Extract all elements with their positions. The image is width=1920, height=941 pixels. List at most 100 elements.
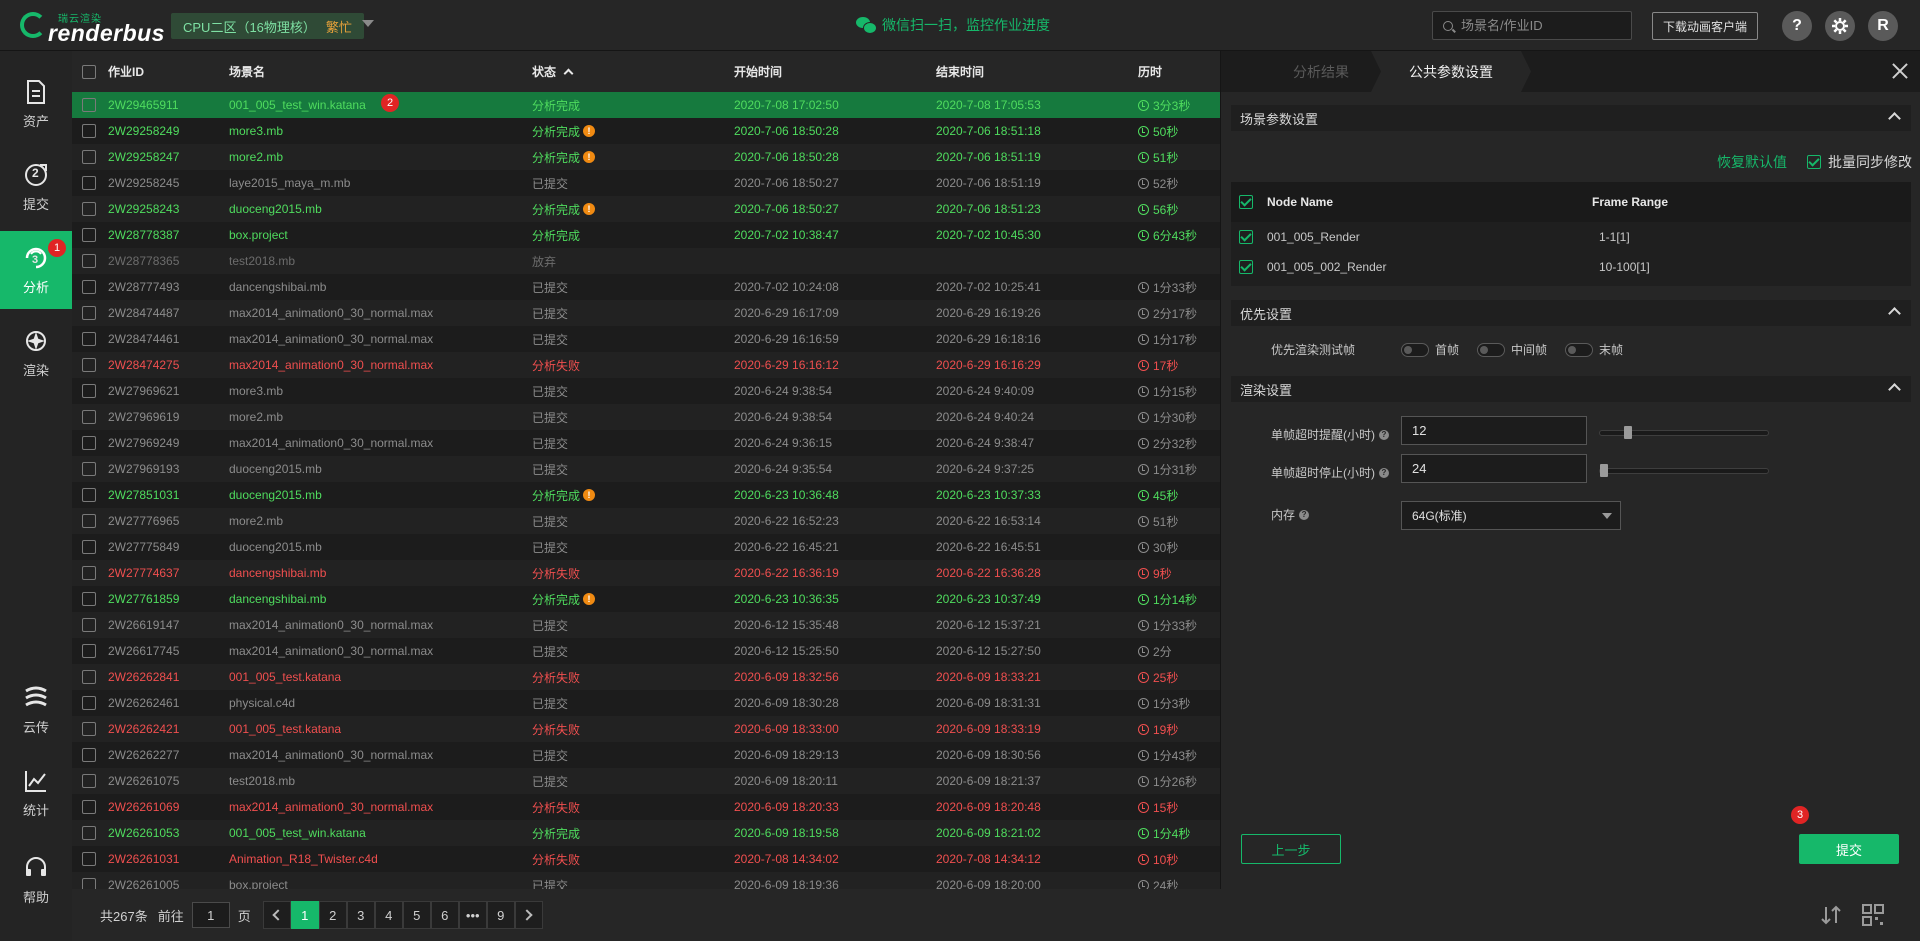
row-checkbox[interactable] — [82, 488, 96, 502]
render-settings-section-header[interactable]: 渲染设置 — [1231, 376, 1911, 402]
wechat-monitor-link[interactable]: 微信扫一扫，监控作业进度 — [856, 15, 1050, 35]
slider-handle[interactable] — [1600, 464, 1608, 477]
table-row[interactable]: 2W28474461 max2014_animation0_30_normal.m… — [72, 326, 1220, 352]
table-row[interactable]: 2W26261075 test2018.mb 已提交 2020-6-09 18:20:… — [72, 768, 1220, 794]
tab-common-params[interactable]: 公共参数设置 — [1371, 51, 1531, 92]
help-icon[interactable]: ? — [1782, 11, 1812, 41]
search-box[interactable] — [1432, 11, 1632, 40]
timeout-warn-slider[interactable] — [1599, 426, 1769, 439]
row-checkbox[interactable] — [82, 748, 96, 762]
priority-section-header[interactable]: 优先设置 — [1231, 300, 1911, 326]
column-header-start[interactable]: 开始时间 — [734, 63, 936, 80]
avatar[interactable]: R — [1868, 11, 1898, 41]
warning-icon[interactable]: ! — [583, 125, 596, 137]
prev-step-button[interactable]: 上一步 — [1241, 834, 1341, 864]
sidebar-item-submit[interactable]: 2 提交 — [0, 148, 72, 226]
page-button[interactable]: 4 — [374, 901, 403, 929]
table-row[interactable]: 2W28778387 box.project 分析完成 2020-7-02 10:38… — [72, 222, 1220, 248]
column-header-end[interactable]: 结束时间 — [936, 63, 1138, 80]
warning-icon[interactable]: ! — [583, 151, 596, 163]
renderbus-logo[interactable]: 瑞云渲染 renderbus — [20, 10, 164, 46]
cpu-zone-selector[interactable]: CPU二区（16物理核） 繁忙 — [171, 13, 364, 39]
slider-handle[interactable] — [1624, 426, 1632, 439]
sidebar-item-render[interactable]: 渲染 — [0, 314, 72, 392]
warning-icon[interactable]: ! — [583, 593, 596, 605]
page-button[interactable]: 5 — [402, 901, 431, 929]
node-select-all-checkbox[interactable] — [1239, 195, 1253, 209]
table-row[interactable]: 2W26261069 max2014_animation0_30_normal.m… — [72, 794, 1220, 820]
page-button[interactable]: 6 — [430, 901, 459, 929]
batch-sync-checkbox[interactable] — [1807, 155, 1821, 169]
row-checkbox[interactable] — [82, 254, 96, 268]
timeout-stop-input[interactable] — [1401, 454, 1587, 483]
table-row[interactable]: 2W26262461 physical.c4d 已提交 2020-6-09 18:30… — [72, 690, 1220, 716]
last-frame-toggle[interactable] — [1565, 342, 1594, 357]
help-icon[interactable]: ? — [1379, 467, 1389, 478]
row-checkbox[interactable] — [82, 514, 96, 528]
table-row[interactable]: 2W29258249 more3.mb 分析完成! 2020-7-06 18:50:2… — [72, 118, 1220, 144]
download-client-button[interactable]: 下载动画客户端 — [1652, 12, 1758, 40]
table-row[interactable]: 2W26617745 max2014_animation0_30_normal.m… — [72, 638, 1220, 664]
row-checkbox[interactable] — [82, 410, 96, 424]
table-row[interactable]: 2W27969621 more3.mb 已提交 2020-6-24 9:38:54 20… — [72, 378, 1220, 404]
table-row[interactable]: 2W26262841 001_005_test.katana 分析失败 2020-6-… — [72, 664, 1220, 690]
row-checkbox[interactable] — [82, 618, 96, 632]
table-row[interactable]: 2W27776965 more2.mb 已提交 2020-6-22 16:52:23 2… — [72, 508, 1220, 534]
middle-frame-toggle[interactable] — [1477, 342, 1506, 357]
row-checkbox[interactable] — [82, 800, 96, 814]
first-frame-toggle[interactable] — [1401, 342, 1429, 357]
warning-icon[interactable]: ! — [583, 203, 596, 215]
row-checkbox[interactable] — [82, 592, 96, 606]
sort-ascending-icon[interactable] — [563, 68, 574, 79]
chevron-up-icon[interactable] — [1888, 307, 1901, 320]
row-checkbox[interactable] — [82, 826, 96, 840]
submit-button[interactable]: 提交 — [1799, 834, 1899, 864]
sidebar-item-assets[interactable]: 资产 — [0, 65, 72, 143]
column-header-status[interactable]: 状态 — [532, 63, 734, 80]
column-header-id[interactable]: 作业ID — [108, 63, 229, 80]
table-row[interactable]: 2W26261053 001_005_test_win.katana 分析完成 202… — [72, 820, 1220, 846]
table-row[interactable]: 2W27969619 more2.mb 已提交 2020-6-24 9:38:54 20… — [72, 404, 1220, 430]
table-row[interactable]: 2W26262277 max2014_animation0_30_normal.m… — [72, 742, 1220, 768]
row-checkbox[interactable] — [82, 566, 96, 580]
scene-params-section-header[interactable]: 场景参数设置 — [1231, 105, 1911, 131]
sidebar-item-analyze[interactable]: 3 分析 1 — [0, 231, 72, 309]
table-row[interactable]: 2W28777493 dancengshibai.mb 已提交 2020-7-02 1… — [72, 274, 1220, 300]
search-input[interactable] — [1461, 18, 1611, 33]
warning-icon[interactable]: ! — [583, 489, 596, 501]
page-button[interactable]: 9 — [486, 901, 515, 929]
page-ellipsis[interactable]: ••• — [458, 901, 487, 929]
page-button[interactable]: 1 — [290, 901, 319, 929]
node-checkbox[interactable] — [1239, 260, 1253, 274]
batch-sync-option[interactable]: 批量同步修改 — [1807, 152, 1912, 172]
table-row[interactable]: 2W27969249 max2014_animation0_30_normal.m… — [72, 430, 1220, 456]
timeout-stop-slider[interactable] — [1599, 464, 1769, 477]
sidebar-item-cloud-transfer[interactable]: 云传 — [0, 671, 72, 749]
table-row[interactable]: 2W27775849 duoceng2015.mb 已提交 2020-6-22 16:… — [72, 534, 1220, 560]
next-page-button[interactable] — [514, 901, 543, 929]
table-row[interactable]: 2W26261005 box.project 已提交 2020-6-09 18:19:… — [72, 872, 1220, 889]
prev-page-button[interactable] — [262, 901, 291, 929]
sort-transfer-icon[interactable] — [1820, 904, 1842, 929]
table-row[interactable]: 2W26261031 Animation_R18_Twister.c4d 分析失败 2… — [72, 846, 1220, 872]
row-checkbox[interactable] — [82, 280, 96, 294]
table-row[interactable]: 2W27851031 duoceng2015.mb 分析完成! 2020-6-23 1… — [72, 482, 1220, 508]
row-checkbox[interactable] — [82, 124, 96, 138]
qr-code-icon[interactable] — [1862, 904, 1884, 929]
table-row[interactable]: 2W28474275 max2014_animation0_30_normal.m… — [72, 352, 1220, 378]
row-checkbox[interactable] — [82, 852, 96, 866]
table-row[interactable]: 2W29258247 more2.mb 分析完成! 2020-7-06 18:50:2… — [72, 144, 1220, 170]
row-checkbox[interactable] — [82, 774, 96, 788]
row-checkbox[interactable] — [82, 150, 96, 164]
row-checkbox[interactable] — [82, 306, 96, 320]
table-row[interactable]: 2W27774637 dancengshibai.mb 分析失败 2020-6-22 … — [72, 560, 1220, 586]
table-row[interactable]: 2W28778365 test2018.mb 放弃 — [72, 248, 1220, 274]
chevron-up-icon[interactable] — [1888, 383, 1901, 396]
row-checkbox[interactable] — [82, 670, 96, 684]
row-checkbox[interactable] — [82, 878, 96, 889]
column-header-scene[interactable]: 场景名 — [229, 63, 532, 80]
table-row[interactable]: 2W26619147 max2014_animation0_30_normal.m… — [72, 612, 1220, 638]
restore-default-link[interactable]: 恢复默认值 — [1717, 152, 1787, 172]
table-row[interactable]: 2W29258243 duoceng2015.mb 分析完成! 2020-7-06 1… — [72, 196, 1220, 222]
node-checkbox[interactable] — [1239, 230, 1253, 244]
